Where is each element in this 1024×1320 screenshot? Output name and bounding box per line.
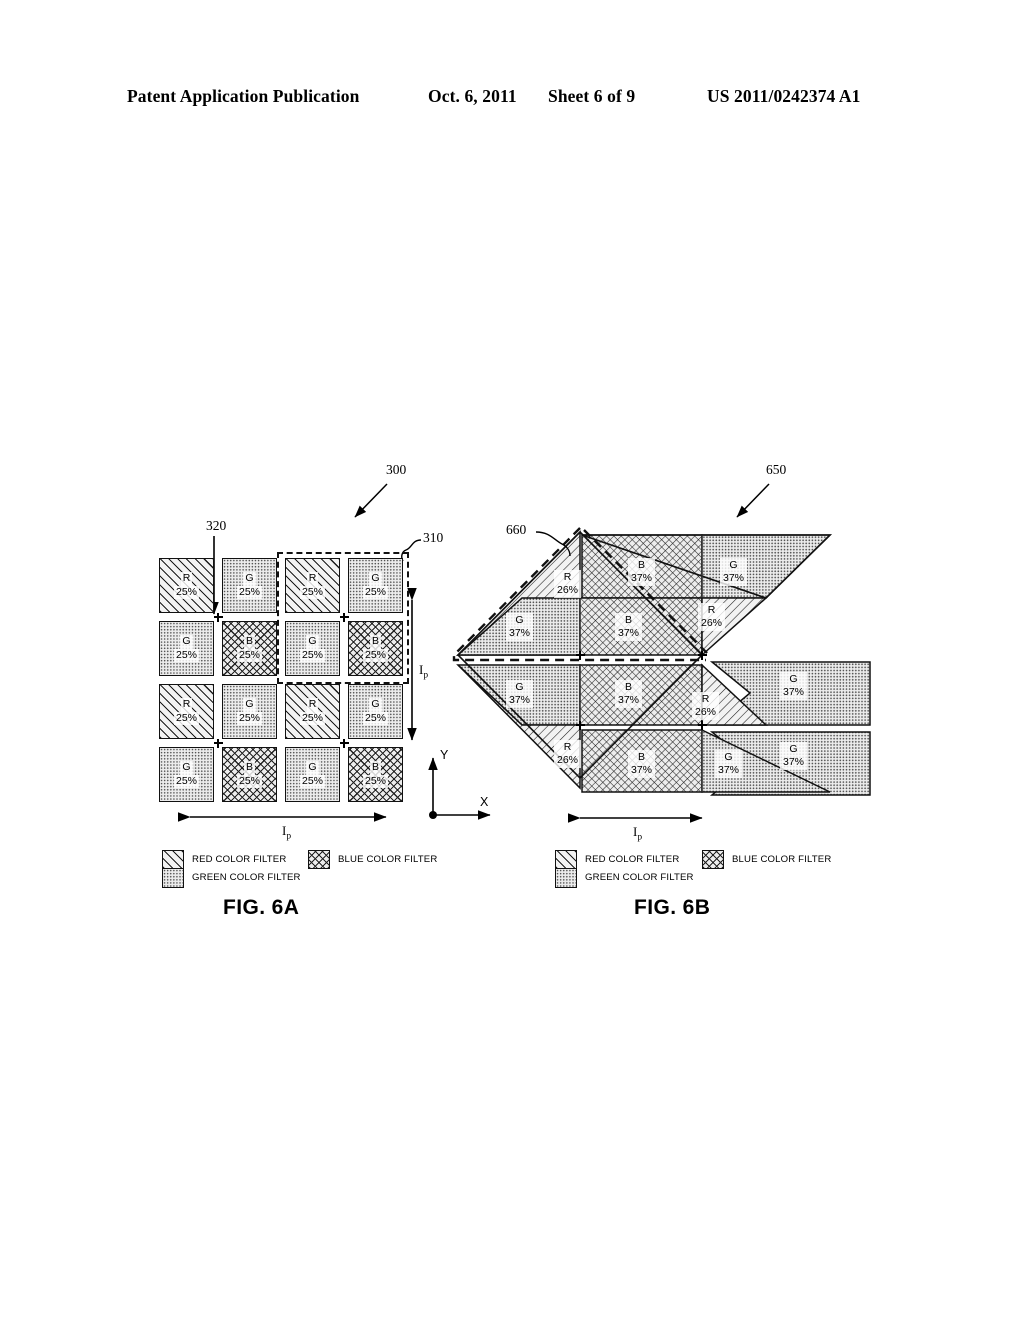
- legend-swatch-red-green: [555, 850, 577, 888]
- vertex-marker: [575, 650, 585, 660]
- legend-swatch-red: [556, 851, 576, 869]
- region-label-g-lower-left: G 37%: [506, 680, 534, 709]
- pixel-color-label: G: [369, 572, 382, 586]
- region-label-b-upper-middle: B 37%: [615, 613, 643, 642]
- pixel-color-label: G: [180, 761, 193, 775]
- pixel-percent-label: 25%: [299, 774, 325, 788]
- region-label-r-bottom-left: R 26%: [554, 740, 582, 769]
- legend-text-blue: BLUE COLOR FILTER: [732, 854, 832, 865]
- region-label-r-lower-right: R 26%: [692, 692, 720, 721]
- patent-number: US 2011/0242374 A1: [707, 86, 861, 106]
- legend-swatch-red-green: [162, 850, 184, 888]
- region-label-g-bottom-right: G 37%: [715, 750, 743, 779]
- pixel-percent-label: 25%: [299, 648, 325, 662]
- pixel-color-label: R: [306, 572, 319, 586]
- legend-swatch-green: [163, 869, 183, 887]
- publication-date: Oct. 6, 2011: [428, 86, 517, 106]
- region-label-g-upper-left: G 37%: [506, 613, 534, 642]
- pixel-percent-label: 25%: [362, 774, 388, 788]
- dim-label-horizontal-pitch-6b: Ip: [633, 824, 643, 843]
- pixel-percent-label: 25%: [236, 774, 262, 788]
- pixel-percent-label: 25%: [299, 711, 325, 725]
- pixel-percent-label: 25%: [173, 774, 199, 788]
- dim-label-horizontal-pitch: Ip: [282, 823, 292, 842]
- dim-label-vertical-pitch: Ip: [419, 662, 429, 681]
- pixel-percent-label: 25%: [173, 711, 199, 725]
- region-label-r-top-left: R 26%: [554, 570, 582, 599]
- pixel-color-label: R: [306, 698, 319, 712]
- legend-swatch-green: [556, 869, 576, 887]
- pixel-color-label: R: [180, 698, 193, 712]
- page-header: Patent Application Publication Oct. 6, 2…: [0, 86, 1024, 112]
- pixel-color-label: B: [369, 635, 381, 649]
- pixel-color-label: B: [369, 761, 381, 775]
- pixel-percent-label: 25%: [236, 648, 262, 662]
- region-label-b-lower-middle: B 37%: [615, 680, 643, 709]
- legend-text-red: RED COLOR FILTER: [192, 854, 287, 865]
- legend-text-green: GREEN COLOR FILTER: [192, 872, 301, 883]
- legend-text-red: RED COLOR FILTER: [585, 854, 680, 865]
- pixel-color-label: G: [369, 698, 382, 712]
- legend-swatch-blue: [702, 850, 724, 869]
- region-label-g-top-right: G 37%: [720, 558, 748, 587]
- vertex-marker: [697, 650, 707, 660]
- pixel-color-label: G: [306, 761, 319, 775]
- region-label-r-upper-right: R 26%: [698, 603, 726, 632]
- region-label-g-right-lower: G 37%: [780, 742, 808, 771]
- publication-title: Patent Application Publication: [127, 86, 360, 106]
- pixel-percent-label: 25%: [236, 711, 262, 725]
- region-label-g-right-upper: G 37%: [780, 672, 808, 701]
- figure-6a-caption: FIG. 6A: [223, 896, 300, 919]
- pixel-percent-label: 25%: [173, 648, 199, 662]
- pixel-color-label: B: [243, 635, 255, 649]
- legend-text-blue: BLUE COLOR FILTER: [338, 854, 438, 865]
- pixel-color-label: G: [180, 635, 193, 649]
- pixel-percent-label: 25%: [362, 648, 388, 662]
- pixel-color-label: G: [243, 698, 256, 712]
- legend-text-green: GREEN COLOR FILTER: [585, 872, 694, 883]
- figure-6b: 650 660 R 26% B 37% G 37% G 37% B 37% R …: [430, 440, 900, 950]
- pixel-color-label: G: [243, 572, 256, 586]
- legend-swatch-blue: [308, 850, 330, 869]
- region-label-b-bottom-middle: B 37%: [628, 750, 656, 779]
- region-label-b-top-middle: B 37%: [628, 558, 656, 587]
- vertex-marker: [575, 720, 585, 730]
- pixel-color-label: B: [243, 761, 255, 775]
- figure-6b-caption: FIG. 6B: [634, 896, 711, 919]
- pixel-color-label: R: [180, 572, 193, 586]
- pixel-percent-label: 25%: [299, 585, 325, 599]
- legend-swatch-red: [163, 851, 183, 869]
- vertex-marker: [697, 720, 707, 730]
- figure-6a: 300 320 310 R 25% G 25% R 25% G 25% G 25% B 25% G 25%…: [140, 440, 491, 950]
- figure-6a-dimensions: [177, 587, 491, 822]
- pixel-percent-label: 25%: [236, 585, 262, 599]
- sheet-number: Sheet 6 of 9: [548, 86, 636, 106]
- pixel-color-label: G: [306, 635, 319, 649]
- pixel-percent-label: 25%: [362, 711, 388, 725]
- pixel-percent-label: 25%: [362, 585, 388, 599]
- pixel-percent-label: 25%: [173, 585, 199, 599]
